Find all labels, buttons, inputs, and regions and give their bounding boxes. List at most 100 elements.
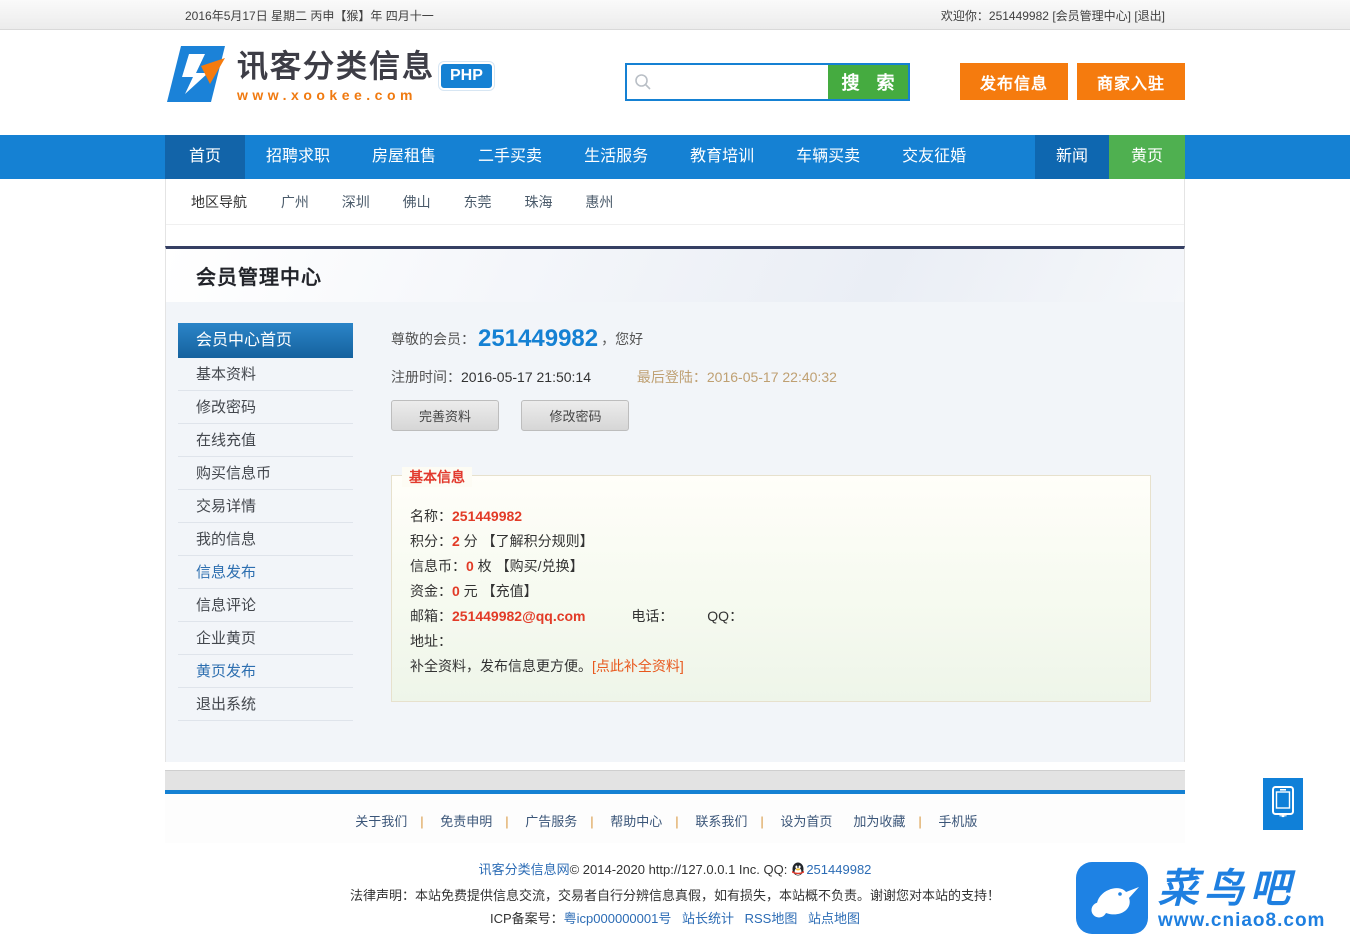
nav-item[interactable]: 招聘求职 — [245, 135, 351, 179]
region-nav: 地区导航 广州 深圳 佛山 东莞 珠海 惠州 — [166, 179, 1184, 225]
register-time: 2016-05-17 21:50:14 — [461, 369, 591, 385]
name-value: 251449982 — [452, 508, 522, 524]
greeting: 尊敬的会员：251449982，您好 — [391, 323, 1161, 351]
search-button[interactable]: 搜 索 — [828, 65, 908, 99]
panel-title: 基本信息 — [402, 467, 472, 487]
score-row: 积分：2 分【了解积分规则】 — [410, 529, 1132, 554]
coin-row: 信息币：0 枚【购买/兑换】 — [410, 554, 1132, 579]
search-input[interactable] — [627, 65, 828, 99]
money-row: 资金：0 元【充值】 — [410, 579, 1132, 604]
sidebar-item[interactable]: 信息评论 — [178, 589, 353, 622]
sidebar-item[interactable]: 基本资料 — [178, 358, 353, 391]
search-box: 搜 索 — [625, 63, 910, 101]
sidebar-item[interactable]: 购买信息币 — [178, 457, 353, 490]
nav-item[interactable]: 交友征婚 — [881, 135, 987, 179]
member-center-link[interactable]: [会员管理中心] — [1052, 9, 1131, 23]
sidebar-item[interactable]: 会员中心首页 — [178, 323, 353, 358]
php-badge: PHP — [439, 62, 494, 90]
icp-number: 粤icp000000001号 — [564, 911, 672, 926]
page-title: 会员管理中心 — [196, 261, 322, 290]
sidebar-item[interactable]: 退出系统 — [178, 688, 353, 721]
nav-item[interactable]: 二手买卖 — [457, 135, 563, 179]
stat-link[interactable]: 站长统计 — [682, 911, 734, 926]
sidebar-item[interactable]: 修改密码 — [178, 391, 353, 424]
footer-link[interactable]: 免责申明 — [440, 814, 492, 829]
qq-number-link[interactable]: 251449982 — [806, 862, 871, 877]
city-link[interactable]: 佛山 — [403, 179, 431, 225]
sidebar-item[interactable]: 信息发布 — [178, 556, 353, 589]
change-password-button[interactable]: 修改密码 — [521, 400, 629, 431]
nav-right-items: 新闻 黄页 — [1035, 135, 1185, 179]
region-nav-label[interactable]: 地区导航 — [191, 194, 247, 210]
bird-logo-icon — [1076, 862, 1148, 939]
post-info-button[interactable]: 发布信息 — [960, 63, 1068, 100]
nav-item[interactable]: 生活服务 — [563, 135, 669, 179]
nav-item[interactable]: 新闻 — [1035, 135, 1109, 179]
mobile-version-button[interactable] — [1263, 778, 1303, 830]
footer-link[interactable]: 加为收藏 — [853, 814, 905, 829]
address-row: 地址： — [410, 629, 1132, 654]
footer-link[interactable]: 广告服务 — [525, 814, 577, 829]
search-icon — [634, 73, 652, 96]
complete-profile-link[interactable]: [点此补全资料] — [592, 658, 684, 674]
coin-value: 0 — [466, 558, 474, 574]
logo-title: 讯客分类信息 — [237, 50, 435, 84]
copyright-line: 讯客分类信息网© 2014-2020 http://127.0.0.1 Inc.… — [165, 859, 1185, 883]
sidebar-item[interactable]: 交易详情 — [178, 490, 353, 523]
name-row: 名称：251449982 — [410, 504, 1132, 529]
sidebar-item[interactable]: 企业黄页 — [178, 622, 353, 655]
times-row: 注册时间：2016-05-17 21:50:14 最后登陆：2016-05-17… — [391, 367, 1161, 387]
footer-link[interactable]: 关于我们 — [355, 814, 407, 829]
basic-info-panel: 基本信息 名称：251449982 积分：2 分【了解积分规则】 信息币：0 枚… — [391, 475, 1151, 702]
footer-link[interactable]: 设为首页 — [780, 814, 832, 829]
phone-icon — [1270, 784, 1296, 825]
sidebar-item[interactable]: 我的信息 — [178, 523, 353, 556]
sidebar-item[interactable]: 黄页发布 — [178, 655, 353, 688]
footer-gray-bar — [165, 770, 1185, 790]
footer-links: 关于我们| 免责申明| 广告服务| 帮助中心| 联系我们| 设为首页| 加为收藏… — [165, 794, 1185, 843]
sidebar-item[interactable]: 在线充值 — [178, 424, 353, 457]
stat-link[interactable]: RSS地图 — [745, 911, 798, 926]
merchant-join-button[interactable]: 商家入驻 — [1077, 63, 1185, 100]
footer-link[interactable]: 手机版 — [938, 814, 977, 829]
footer-link[interactable]: 帮助中心 — [610, 814, 662, 829]
copyright-section: 讯客分类信息网© 2014-2020 http://127.0.0.1 Inc.… — [165, 843, 1185, 929]
city-link[interactable]: 东莞 — [464, 179, 492, 225]
member-id: 251449982 — [478, 325, 598, 352]
site-link[interactable]: 讯客分类信息网 — [479, 862, 570, 877]
stat-link[interactable]: 站点地图 — [808, 911, 860, 926]
city-link[interactable]: 深圳 — [342, 179, 370, 225]
footer-link[interactable]: 联系我们 — [695, 814, 747, 829]
score-value: 2 — [452, 533, 460, 549]
logo-k-icon — [167, 42, 229, 111]
logout-link[interactable]: [退出] — [1134, 9, 1165, 23]
nav-item[interactable]: 黄页 — [1109, 135, 1185, 179]
nav-item[interactable]: 教育培训 — [669, 135, 775, 179]
score-rules-link[interactable]: 【了解积分规则】 — [482, 533, 594, 549]
city-link[interactable]: 惠州 — [585, 179, 613, 225]
email-row: 邮箱：251449982@qq.com 电话： QQ： — [410, 604, 1132, 629]
nav-item[interactable]: 房屋租售 — [351, 135, 457, 179]
region-band: 地区导航 广州 深圳 佛山 东莞 珠海 惠州 — [165, 179, 1185, 246]
main-nav: 首页 招聘求职 房屋租售 二手买卖 生活服务 教育培训 车辆买卖 交友征婚 新闻… — [0, 135, 1350, 179]
icp-line: ICP备案号：粤icp000000001号 站长统计 RSS地图 站点地图 — [165, 908, 1185, 929]
buy-coin-link[interactable]: 【购买/兑换】 — [496, 558, 584, 574]
recharge-link[interactable]: 【充值】 — [482, 583, 538, 599]
complete-profile-button[interactable]: 完善资料 — [391, 400, 499, 431]
page-title-bar: 会员管理中心 — [165, 246, 1185, 302]
welcome-area: 欢迎你：251449982 [会员管理中心] [退出] — [937, 7, 1165, 24]
city-link[interactable]: 广州 — [281, 179, 309, 225]
city-link[interactable]: 珠海 — [524, 179, 552, 225]
nav-item[interactable]: 首页 — [165, 135, 245, 179]
top-bar: 2016年5月17日 星期二 丙申【猴】年 四月十一 欢迎你：251449982… — [0, 0, 1350, 30]
money-value: 0 — [452, 583, 460, 599]
nav-item[interactable]: 车辆买卖 — [775, 135, 881, 179]
site-header: 讯客分类信息 PHP www.xookee.com 搜 索 发布信息 商家入驻 — [0, 30, 1350, 135]
site-logo[interactable]: 讯客分类信息 PHP www.xookee.com — [167, 42, 494, 111]
watermark-url: www.cniao8.com — [1158, 910, 1325, 932]
member-sidebar: 会员中心首页 基本资料 修改密码 在线充值 购买信息币 交易详情 我的信息 信息… — [178, 323, 353, 721]
date-text: 2016年5月17日 星期二 丙申【猴】年 四月十一 — [185, 7, 434, 24]
watermark-title: 菜鸟吧 — [1158, 868, 1325, 910]
tip-row: 补全资料，发布信息更方便。[点此补全资料] — [410, 654, 1132, 679]
email-value: 251449982@qq.com — [452, 608, 586, 624]
